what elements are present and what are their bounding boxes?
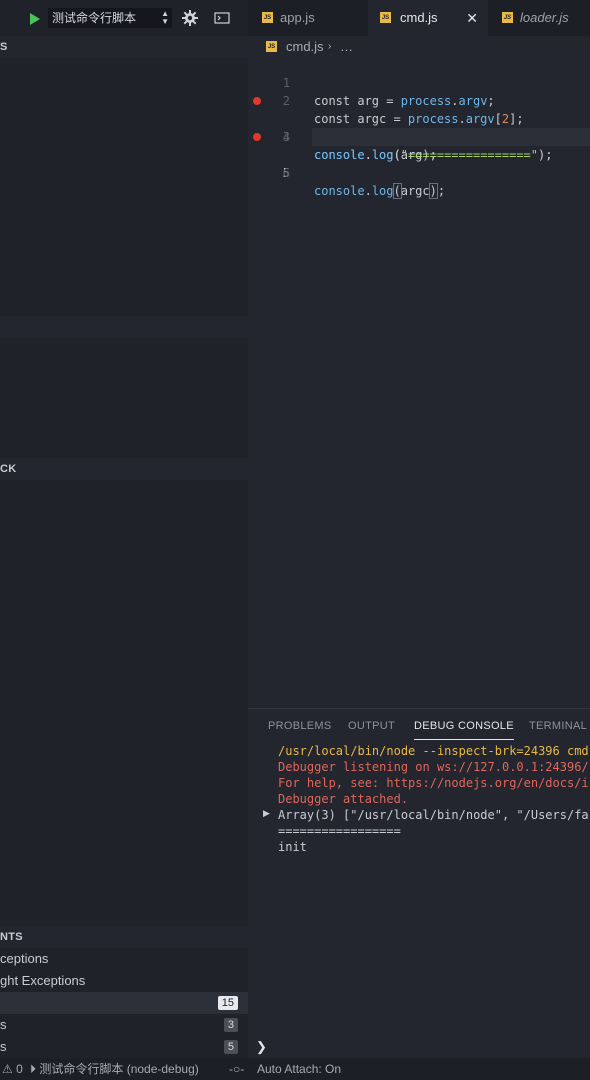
close-icon[interactable]: ✕ xyxy=(466,0,478,36)
tab-debug-console[interactable]: DEBUG CONSOLE xyxy=(414,712,514,740)
code-text: console.log(argc); xyxy=(314,183,446,199)
breadcrumb[interactable]: JS cmd.js › … xyxy=(248,36,590,58)
breakpoint-dot-icon[interactable] xyxy=(253,97,261,105)
status-bar: ⚠ 0 ⏵ 测试命令行脚本 (node-debug) -○- Auto Atta… xyxy=(0,1058,590,1080)
chevron-right-icon: › xyxy=(328,41,332,52)
variables-header-label: S xyxy=(0,41,8,53)
debug-session-status[interactable]: ⏵ 测试命令行脚本 (node-debug) xyxy=(30,1058,199,1080)
code-line[interactable]: 1 const arg = process.argv; xyxy=(248,56,590,108)
tab-cmd-js[interactable]: JS cmd.js ✕ xyxy=(368,0,488,36)
breakpoint-label: ceptions xyxy=(0,951,49,966)
breakpoint-count-badge: 3 xyxy=(223,1018,238,1032)
play-circle-icon: ⏵ xyxy=(30,1062,37,1076)
auto-attach-status[interactable]: Auto Attach: On xyxy=(257,1058,341,1080)
code-line[interactable]: 3 console.log(arg); xyxy=(248,92,590,162)
variables-header[interactable]: S xyxy=(0,36,248,58)
breakpoints-header[interactable]: NTS xyxy=(0,926,248,948)
tab-label: cmd.js xyxy=(400,10,438,25)
gear-icon[interactable] xyxy=(180,8,200,28)
breakpoint-item[interactable]: ceptions xyxy=(0,948,248,970)
problems-count-value: 0 xyxy=(16,1062,23,1076)
breakpoint-item[interactable]: s5 xyxy=(0,1036,248,1058)
tab-app-js[interactable]: JS app.js xyxy=(248,0,368,36)
debug-config-label: 测试命令行脚本 xyxy=(52,11,137,25)
watch-header[interactable] xyxy=(0,316,248,338)
start-debugging-icon[interactable] xyxy=(24,9,44,29)
debug-config-select[interactable]: 测试命令行脚本 ▲ ▼ xyxy=(48,8,172,28)
breakpoint-item[interactable]: s3 xyxy=(0,1014,248,1036)
expand-chevron-icon[interactable]: ▶ xyxy=(263,808,270,819)
console-line[interactable]: Array(3) ["/usr/local/bin/node", "/Users… xyxy=(278,807,589,823)
breakpoint-item[interactable]: ght Exceptions xyxy=(0,970,248,992)
code-line[interactable]: 4 console.log("================="); xyxy=(248,110,590,162)
console-line: Debugger attached. xyxy=(278,792,409,806)
console-line: ================= xyxy=(278,824,401,838)
tab-output[interactable]: OUTPUT xyxy=(348,712,395,740)
js-file-icon: JS xyxy=(262,12,273,23)
console-line: init xyxy=(278,840,307,854)
select-arrows-icon: ▲ ▼ xyxy=(161,9,169,26)
console-line: /usr/local/bin/node --inspect-brk=24396 … xyxy=(278,744,589,758)
code-line[interactable]: 6 xyxy=(248,146,590,180)
console-input[interactable]: ❯ xyxy=(248,1038,590,1058)
callstack-header-label: CK xyxy=(0,463,17,475)
line-number: 6 xyxy=(282,166,290,180)
code-line[interactable]: 2 const argc = process.argv[2]; xyxy=(248,74,590,126)
breakpoint-count-badge: 15 xyxy=(217,996,238,1010)
problems-count[interactable]: ⚠ 0 xyxy=(2,1058,23,1080)
callstack-header[interactable]: CK xyxy=(0,458,248,480)
tab-loader-js[interactable]: JS loader.js xyxy=(488,0,590,36)
js-file-icon: JS xyxy=(266,41,277,52)
breakpoint-label: s xyxy=(0,1017,7,1032)
breadcrumb-file[interactable]: cmd.js xyxy=(286,36,324,58)
js-file-icon: JS xyxy=(502,12,513,23)
breakpoint-label: s xyxy=(0,1039,7,1054)
js-file-icon: JS xyxy=(380,12,391,23)
breakpoint-dot-icon[interactable] xyxy=(253,133,261,141)
debug-session-label: 测试命令行脚本 (node-debug) xyxy=(39,1062,199,1076)
console-line: For help, see: https://nodejs.org/en/doc… xyxy=(278,776,589,790)
tab-terminal[interactable]: TERMINAL xyxy=(529,712,587,740)
prompt-chevron-icon: ❯ xyxy=(256,1039,267,1054)
tab-label: loader.js xyxy=(520,10,569,25)
console-line: Debugger listening on ws://127.0.0.1:243… xyxy=(278,760,589,774)
git-commit-icon: -○- xyxy=(229,1062,245,1076)
breadcrumb-rest[interactable]: … xyxy=(340,36,353,58)
debug-console-icon[interactable] xyxy=(212,8,232,28)
tab-problems[interactable]: PROBLEMS xyxy=(268,712,332,740)
tab-label: app.js xyxy=(280,10,315,25)
breakpoint-count-badge: 5 xyxy=(223,1040,238,1054)
breakpoint-label: ght Exceptions xyxy=(0,973,86,988)
breakpoints-header-label: NTS xyxy=(0,931,23,943)
code-line[interactable]: 5 console.log(argc); xyxy=(248,128,590,199)
breakpoint-item[interactable]: 15 xyxy=(0,992,248,1014)
debug-sidebar xyxy=(0,36,248,1058)
